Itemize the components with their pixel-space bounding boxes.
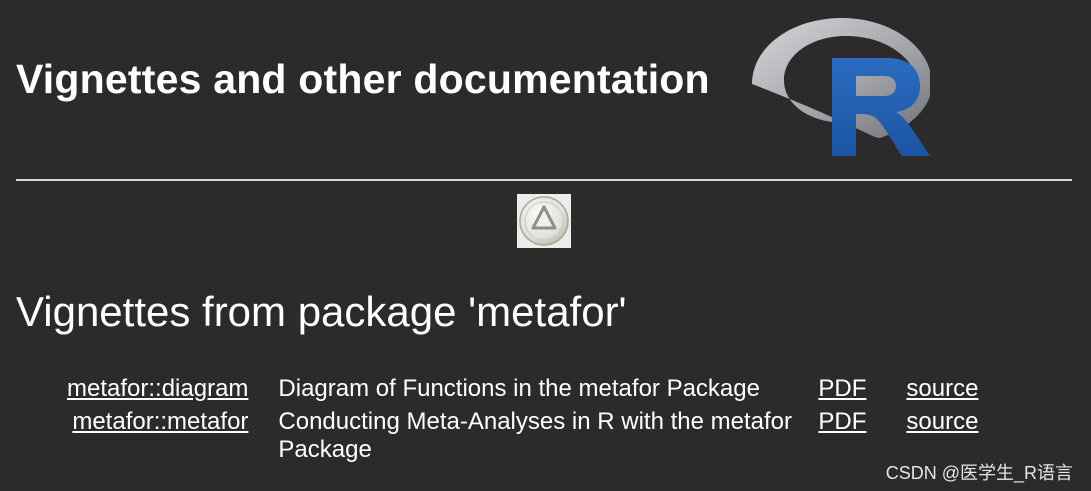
vignette-description: Conducting Meta-Analyses in R with the m… [278,408,792,463]
vignette-table: metafor::diagram Diagram of Functions in… [60,375,978,464]
page-title: Vignettes and other documentation [16,56,710,102]
pdf-link[interactable]: PDF [818,408,866,435]
pdf-link[interactable]: PDF [818,375,866,402]
vignette-name-link[interactable]: metafor::diagram [67,375,248,402]
pdf-cell: PDF [818,408,906,464]
vignette-description: Diagram of Functions in the metafor Pack… [278,375,760,402]
up-arrow-icon[interactable] [517,194,571,248]
table-row: metafor::metafor Conducting Meta-Analyse… [60,408,978,464]
vignette-name-cell: metafor::diagram [60,375,278,408]
source-cell: source [906,408,978,464]
source-cell: source [906,375,978,408]
table-row: metafor::diagram Diagram of Functions in… [60,375,978,408]
pdf-cell: PDF [818,375,906,408]
page-header: Vignettes and other documentation [16,8,1074,168]
vignette-name-link[interactable]: metafor::metafor [72,408,248,435]
vignette-name-cell: metafor::metafor [60,408,278,464]
watermark-text: CSDN @医学生_R语言 [885,463,1073,483]
r-logo-icon [752,18,930,156]
source-link[interactable]: source [906,375,978,402]
source-link[interactable]: source [906,408,978,435]
section-heading: Vignettes from package 'metafor' [16,288,627,335]
header-divider [16,179,1072,181]
